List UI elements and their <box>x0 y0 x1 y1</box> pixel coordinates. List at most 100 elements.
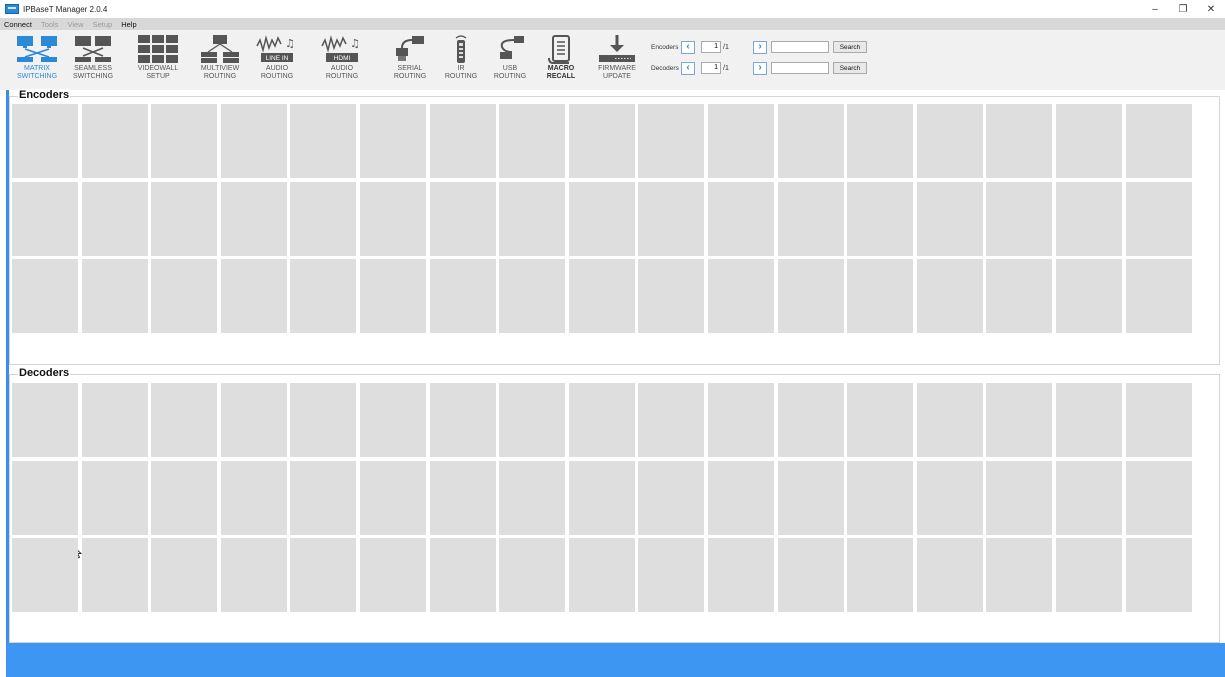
decoder-slot[interactable] <box>12 538 78 612</box>
encoder-slot[interactable] <box>220 259 287 333</box>
encoder-slot[interactable] <box>777 181 844 256</box>
line-in-audio-routing-button[interactable]: ♫ LINE IN AUDIO ROUTING <box>249 34 305 88</box>
menu-setup[interactable]: Setup <box>93 20 113 29</box>
encoder-slot[interactable] <box>360 181 426 256</box>
encoder-slot[interactable] <box>220 181 287 256</box>
matrix-switching-button[interactable]: MATRIX SWITCHING <box>9 34 65 88</box>
decoder-slot[interactable] <box>429 538 496 612</box>
encoders-page-input[interactable]: 1 <box>701 41 721 53</box>
encoder-slot[interactable] <box>986 104 1053 178</box>
decoder-slot[interactable] <box>499 538 566 612</box>
decoder-slot[interactable] <box>847 383 914 457</box>
decoder-slot[interactable] <box>220 538 287 612</box>
encoders-search-button[interactable]: Search <box>833 41 867 53</box>
decoder-slot[interactable] <box>151 383 218 457</box>
encoder-slot[interactable] <box>916 104 983 178</box>
decoder-slot[interactable] <box>360 383 426 457</box>
encoder-slot[interactable] <box>499 181 566 256</box>
encoder-slot[interactable] <box>568 181 635 256</box>
encoder-slot[interactable] <box>360 104 426 178</box>
decoders-search-button[interactable]: Search <box>833 62 867 74</box>
encoder-slot[interactable] <box>151 104 218 178</box>
encoder-slot[interactable] <box>568 259 635 333</box>
menu-tools[interactable]: Tools <box>41 20 59 29</box>
decoder-slot[interactable] <box>360 460 426 535</box>
encoder-slot[interactable] <box>708 181 774 256</box>
decoder-slot[interactable] <box>290 538 357 612</box>
encoder-slot[interactable] <box>986 181 1053 256</box>
decoder-slot[interactable] <box>1125 538 1192 612</box>
decoder-slot[interactable] <box>708 383 774 457</box>
decoder-slot[interactable] <box>1056 383 1122 457</box>
encoder-slot[interactable] <box>916 181 983 256</box>
decoder-slot[interactable] <box>151 460 218 535</box>
decoder-slot[interactable] <box>1125 383 1192 457</box>
decoder-slot[interactable] <box>1056 538 1122 612</box>
decoder-slot[interactable] <box>708 538 774 612</box>
close-button[interactable]: ✕ <box>1197 0 1225 18</box>
decoder-slot[interactable] <box>220 383 287 457</box>
encoders-prev-button[interactable]: ‹ <box>681 40 695 54</box>
encoder-slot[interactable] <box>847 259 914 333</box>
encoder-slot[interactable] <box>1056 104 1122 178</box>
decoder-slot[interactable] <box>568 538 635 612</box>
encoder-slot[interactable] <box>499 104 566 178</box>
encoder-slot[interactable] <box>290 104 357 178</box>
decoder-slot[interactable] <box>499 383 566 457</box>
encoder-slot[interactable] <box>568 104 635 178</box>
decoder-slot[interactable] <box>986 383 1053 457</box>
encoder-slot[interactable] <box>81 181 148 256</box>
serial-routing-button[interactable]: SERIAL ROUTING <box>382 34 438 88</box>
encoder-slot[interactable] <box>1056 181 1122 256</box>
decoder-slot[interactable] <box>1056 460 1122 535</box>
decoder-slot[interactable] <box>220 460 287 535</box>
decoder-slot[interactable] <box>12 383 78 457</box>
encoder-slot[interactable] <box>916 259 983 333</box>
encoder-slot[interactable] <box>81 104 148 178</box>
encoder-slot[interactable] <box>986 259 1053 333</box>
encoder-slot[interactable] <box>12 181 78 256</box>
multiview-routing-button[interactable]: MULTIVIEW ROUTING <box>192 34 248 88</box>
encoder-slot[interactable] <box>777 259 844 333</box>
encoder-slot[interactable] <box>290 181 357 256</box>
decoder-slot[interactable] <box>986 538 1053 612</box>
encoder-slot[interactable] <box>1056 259 1122 333</box>
decoder-slot[interactable] <box>777 460 844 535</box>
encoder-slot[interactable] <box>220 104 287 178</box>
encoder-slot[interactable] <box>638 104 705 178</box>
decoder-slot[interactable] <box>81 538 148 612</box>
encoder-slot[interactable] <box>708 104 774 178</box>
decoders-next-button[interactable]: › <box>753 61 767 75</box>
decoders-prev-button[interactable]: ‹ <box>681 61 695 75</box>
decoder-slot[interactable] <box>290 460 357 535</box>
encoder-slot[interactable] <box>1125 181 1192 256</box>
ir-routing-button[interactable]: IR ROUTING <box>433 34 489 88</box>
usb-routing-button[interactable]: USB ROUTING <box>482 34 538 88</box>
decoder-slot[interactable] <box>568 460 635 535</box>
decoder-slot[interactable] <box>986 460 1053 535</box>
encoder-slot[interactable] <box>638 259 705 333</box>
encoder-slot[interactable] <box>81 259 148 333</box>
encoder-slot[interactable] <box>429 181 496 256</box>
decoder-slot[interactable] <box>638 538 705 612</box>
decoder-slot[interactable] <box>777 383 844 457</box>
encoder-slot[interactable] <box>12 259 78 333</box>
decoders-search-input[interactable] <box>771 62 829 74</box>
encoder-slot[interactable] <box>708 259 774 333</box>
encoder-slot[interactable] <box>151 259 218 333</box>
videowall-setup-button[interactable]: VIDEOWALL SETUP <box>130 34 186 88</box>
minimize-button[interactable]: – <box>1141 0 1169 18</box>
decoder-slot[interactable] <box>708 460 774 535</box>
decoder-slot[interactable] <box>847 460 914 535</box>
macro-recall-button[interactable]: MACRO RECALL <box>533 34 589 88</box>
encoder-slot[interactable] <box>290 259 357 333</box>
menu-help[interactable]: Help <box>121 20 136 29</box>
decoder-slot[interactable] <box>81 460 148 535</box>
encoder-slot[interactable] <box>777 104 844 178</box>
encoders-search-input[interactable] <box>771 41 829 53</box>
decoder-slot[interactable] <box>916 460 983 535</box>
menu-connect[interactable]: Connect <box>4 20 32 29</box>
decoder-slot[interactable] <box>777 538 844 612</box>
encoders-next-button[interactable]: › <box>753 40 767 54</box>
decoder-slot[interactable] <box>916 538 983 612</box>
